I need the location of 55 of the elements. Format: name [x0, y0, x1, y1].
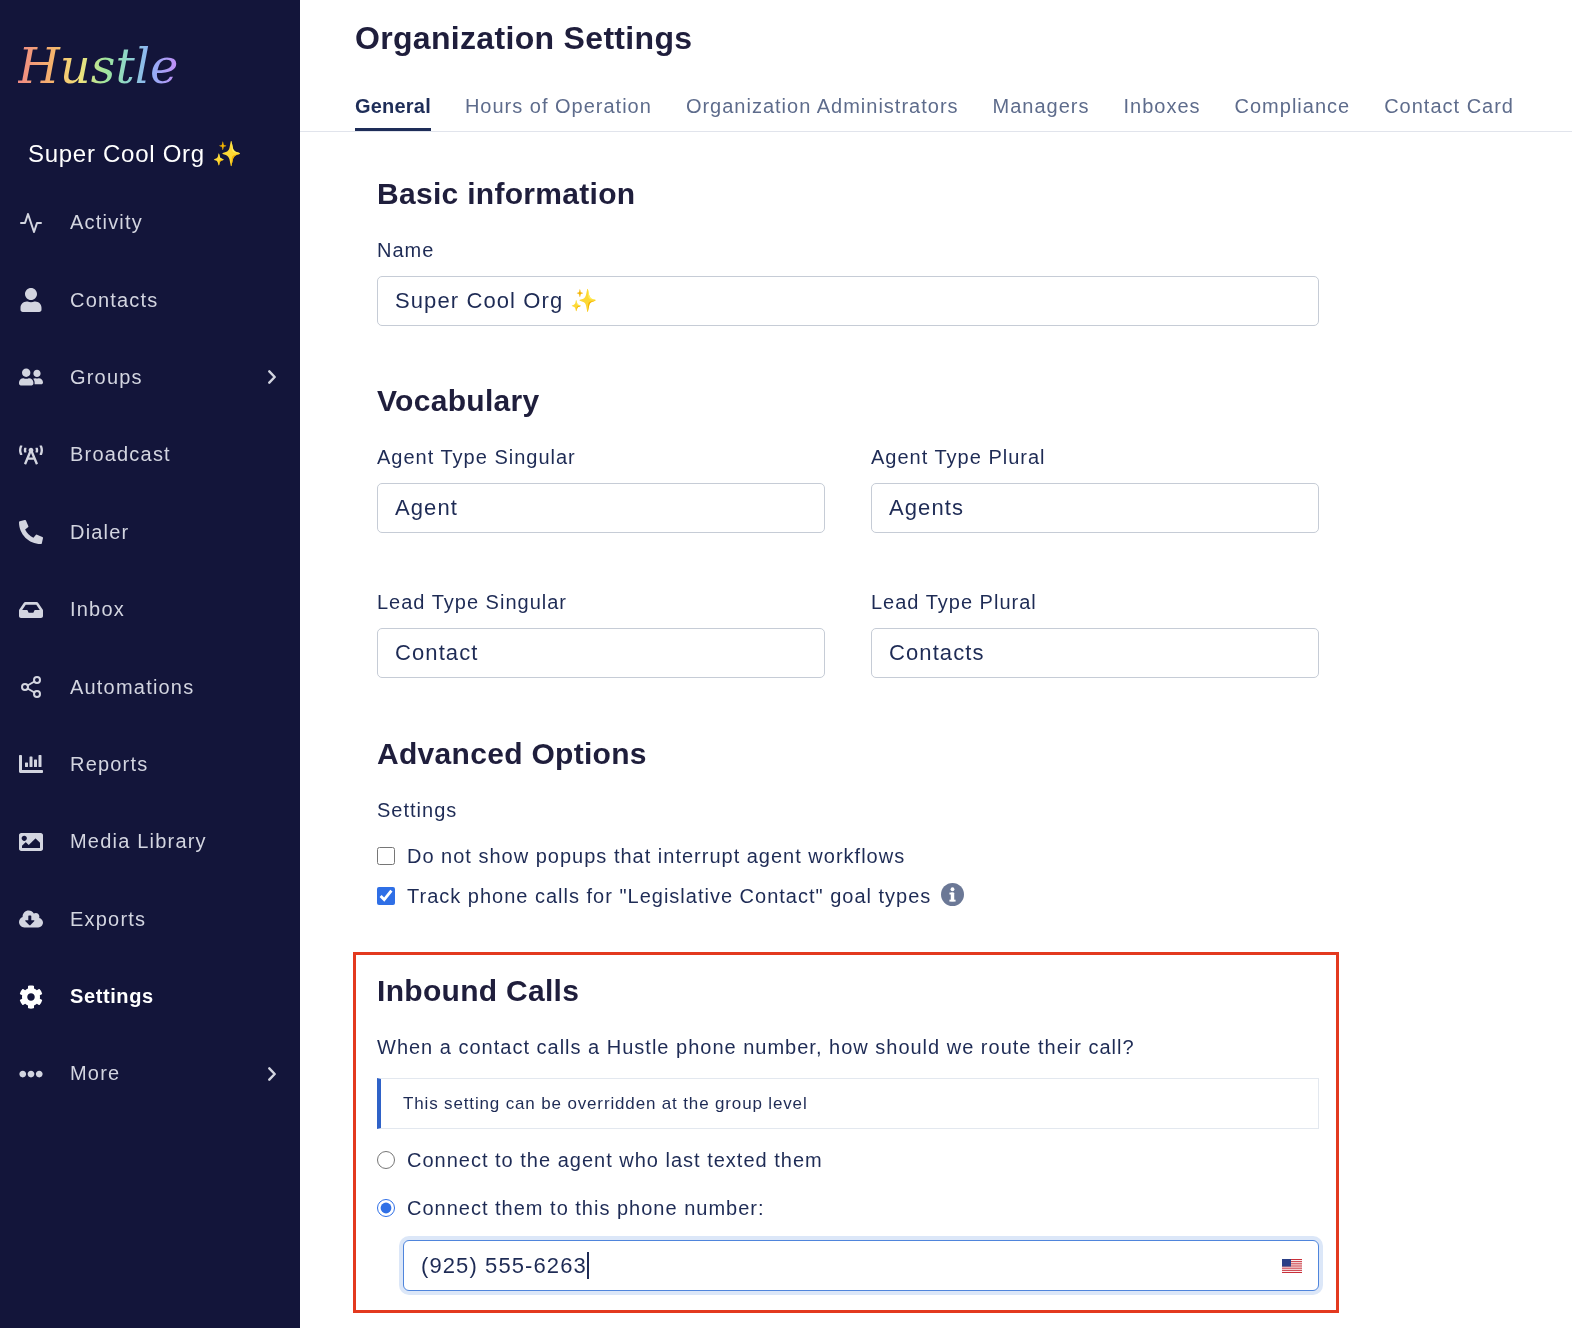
text-input[interactable]: Contact [377, 628, 825, 678]
tab[interactable]: Contact Card [1384, 88, 1514, 131]
text-input[interactable]: Contacts [871, 628, 1319, 678]
text-input[interactable]: Agent [377, 483, 825, 533]
tab[interactable]: Managers [992, 88, 1090, 131]
radio-label: Connect them to this phone number: [407, 1196, 765, 1221]
tab[interactable]: Hours of Operation [464, 88, 652, 131]
name-input[interactable]: Super Cool Org ✨ [377, 276, 1319, 326]
field-label: Agent Type Plural [871, 445, 1047, 469]
person-icon [19, 288, 43, 313]
connected-nodes-icon [19, 675, 43, 700]
radio-button[interactable] [377, 1199, 395, 1217]
nav-item[interactable]: Media Library [0, 803, 300, 881]
checkbox-label: Track phone calls for "Legislative Contact" goal types [407, 884, 932, 909]
organization-name: Super Cool Org ✨ [28, 139, 243, 169]
info-icon[interactable] [941, 882, 965, 906]
field-label: Lead Type Plural [871, 590, 1038, 614]
nav-item[interactable]: Settings [0, 957, 300, 1036]
section-heading: Inbound Calls [377, 973, 581, 1009]
checkbox[interactable] [377, 847, 395, 865]
tab[interactable]: Organization Administrators [685, 88, 959, 131]
nav-item[interactable]: Automations [0, 648, 300, 726]
checkbox-label: Do not show popups that interrupt agent workflows [407, 844, 906, 869]
question-text: When a contact calls a Hustle phone number, how should we route their call? [377, 1035, 1136, 1060]
page-title: Organization Settings [355, 19, 694, 58]
settings-icon [19, 984, 43, 1009]
field-label: Agent Type Singular [377, 445, 577, 469]
nav-item[interactable]: Contacts [0, 261, 300, 339]
nav-item[interactable]: Reports [0, 725, 300, 804]
tab[interactable]: General [355, 88, 431, 131]
section-heading: Basic information [377, 176, 637, 212]
field-label: Lead Type Singular [377, 590, 568, 614]
broadcast-tower-icon [19, 442, 43, 467]
field-label: Name [377, 238, 436, 262]
us-flag-icon [1282, 1258, 1302, 1273]
settings-label: Settings [377, 798, 459, 822]
info-callout: This setting can be overridden at the group level [377, 1078, 1319, 1129]
nav-item[interactable]: Exports [0, 880, 300, 958]
checkbox[interactable] [377, 887, 395, 905]
radio-label: Connect to the agent who last texted them [407, 1148, 823, 1173]
text-cursor-icon [586, 1252, 589, 1279]
radio-button[interactable] [377, 1151, 395, 1169]
tab[interactable]: Inboxes [1123, 88, 1201, 131]
nav-item[interactable]: Broadcast [0, 416, 300, 494]
nav-item[interactable]: More [0, 1035, 300, 1113]
tab[interactable]: Compliance [1234, 88, 1351, 131]
nav-item[interactable]: Dialer [0, 493, 300, 571]
nav-item[interactable]: Inbox [0, 570, 300, 649]
section-heading: Advanced Options [377, 736, 648, 772]
phone-icon [19, 520, 43, 545]
pulse-icon [19, 210, 43, 235]
nav-item[interactable]: Groups [0, 338, 300, 417]
nav-item[interactable]: Activity [0, 184, 300, 262]
text-input[interactable]: Agents [871, 483, 1319, 533]
section-heading: Vocabulary [377, 383, 541, 419]
